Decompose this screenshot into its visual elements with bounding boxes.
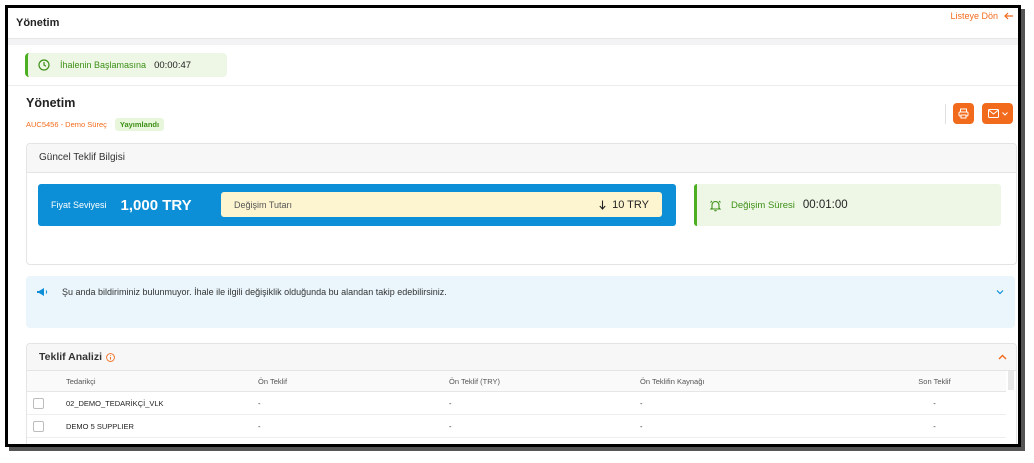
table-cell: - bbox=[863, 391, 1006, 415]
arrow-down-icon bbox=[599, 200, 606, 210]
current-offer-card: Güncel Teklif Bilgisi Fiyat Seviyesi 1,0… bbox=[26, 143, 1017, 265]
table-cell: - bbox=[639, 391, 863, 415]
offer-analysis-card: Teklif Analizi Tedarikçi Ön Teklif Ön Te… bbox=[26, 343, 1017, 444]
chevron-down-icon bbox=[1001, 111, 1008, 116]
change-amount-value: 10 TRY bbox=[612, 198, 649, 211]
table-cell: - bbox=[448, 391, 639, 415]
top-bar: Yönetim Listeye Dön bbox=[8, 8, 1018, 39]
app-window: Yönetim Listeye Dön İhalenin Başlamasına… bbox=[5, 5, 1021, 447]
table-scrollbar[interactable] bbox=[1008, 371, 1014, 390]
change-amount-field[interactable]: Değişim Tutarı 10 TRY bbox=[221, 192, 662, 217]
price-level-value: 1,000 TRY bbox=[120, 196, 192, 214]
offer-analysis-title: Teklif Analizi bbox=[39, 351, 115, 363]
notification-toggle[interactable] bbox=[995, 287, 1005, 297]
table-cell: - bbox=[448, 414, 639, 438]
bell-icon bbox=[709, 199, 722, 212]
price-level-panel: Fiyat Seviyesi 1,000 TRY Değişim Tutarı … bbox=[38, 184, 676, 226]
row-checkbox[interactable] bbox=[33, 420, 44, 432]
table-row[interactable]: DEMO 5 SUPPLIER - - - - bbox=[27, 414, 1006, 438]
offer-analysis-table: Tedarikçi Ön Teklif Ön Teklif (TRY) Ön T… bbox=[27, 371, 1006, 438]
auction-meta: AUC5456 - Demo Süreç Yayımlandı bbox=[26, 118, 165, 131]
row-select-cell bbox=[27, 391, 65, 415]
price-level-label: Fiyat Seviyesi bbox=[51, 200, 107, 210]
column-header[interactable]: Ön Teklif (TRY) bbox=[448, 371, 639, 392]
megaphone-icon bbox=[36, 286, 48, 298]
offer-analysis-header: Teklif Analizi bbox=[27, 344, 1016, 371]
mail-dropdown-button[interactable] bbox=[982, 103, 1013, 124]
row-select-cell bbox=[27, 414, 65, 438]
auction-code: AUC5456 - Demo Süreç bbox=[26, 120, 107, 129]
collapse-toggle[interactable] bbox=[997, 352, 1008, 363]
supplier-cell: 02_DEMO_TEDARİKÇİ_VLK bbox=[65, 391, 257, 415]
back-arrow-icon bbox=[1004, 12, 1013, 20]
notification-panel: Şu anda bildiriminiz bulunmuyor. İhale i… bbox=[26, 276, 1015, 328]
chevron-up-icon bbox=[998, 354, 1007, 360]
chevron-down-icon bbox=[996, 290, 1004, 295]
select-column bbox=[27, 371, 65, 392]
countdown-value: 00:00:47 bbox=[154, 59, 192, 71]
back-to-list-label: Listeye Dön bbox=[950, 11, 998, 21]
actions-divider bbox=[945, 104, 946, 124]
change-amount-label: Değişim Tutarı bbox=[234, 199, 293, 210]
table-cell: - bbox=[257, 414, 448, 438]
table-cell: - bbox=[257, 391, 448, 415]
status-badge: Yayımlandı bbox=[114, 118, 165, 131]
table-cell: - bbox=[863, 414, 1006, 438]
print-button[interactable] bbox=[953, 103, 974, 124]
offer-analysis-title-text: Teklif Analizi bbox=[39, 351, 103, 363]
change-duration-label: Değişim Süresi bbox=[731, 199, 795, 211]
change-duration-value: 00:01:00 bbox=[802, 199, 848, 211]
start-countdown: İhalenin Başlamasına 00:00:47 bbox=[25, 53, 227, 77]
row-checkbox[interactable] bbox=[33, 397, 44, 409]
supplier-cell: DEMO 5 SUPPLIER bbox=[65, 414, 257, 438]
change-amount: 10 TRY bbox=[599, 199, 649, 211]
section-divider bbox=[8, 85, 1018, 86]
current-offer-header: Güncel Teklif Bilgisi bbox=[27, 144, 1016, 173]
column-header[interactable]: Son Teklif bbox=[863, 371, 1006, 392]
notification-text: Şu anda bildiriminiz bulunmuyor. İhale i… bbox=[62, 287, 447, 297]
header-divider bbox=[8, 39, 1018, 45]
mail-icon bbox=[987, 109, 999, 118]
change-duration-panel: Değişim Süresi 00:01:00 bbox=[694, 184, 1001, 226]
table-cell: - bbox=[639, 414, 863, 438]
back-to-list-link[interactable]: Listeye Dön bbox=[950, 11, 1014, 21]
info-icon[interactable] bbox=[106, 352, 115, 362]
page-title: Yönetim bbox=[26, 96, 76, 110]
table-row[interactable]: 02_DEMO_TEDARİKÇİ_VLK - - - - bbox=[27, 391, 1006, 415]
clock-icon bbox=[38, 59, 50, 71]
column-header[interactable]: Tedarikçi bbox=[65, 371, 257, 392]
table-header-row: Tedarikçi Ön Teklif Ön Teklif (TRY) Ön T… bbox=[27, 371, 1006, 392]
column-header[interactable]: Ön Teklif bbox=[257, 371, 448, 392]
column-header[interactable]: Ön Teklifin Kaynağı bbox=[639, 371, 863, 392]
page-header-title: Yönetim bbox=[16, 17, 60, 29]
countdown-label: İhalenin Başlamasına bbox=[60, 60, 147, 70]
print-icon bbox=[958, 108, 969, 119]
